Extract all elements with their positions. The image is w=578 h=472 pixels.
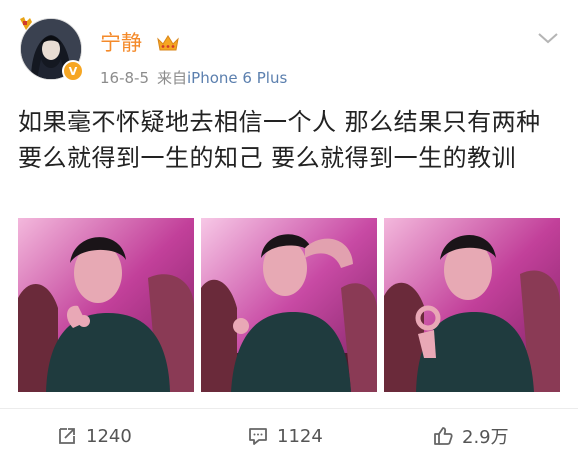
repost-count: 1240 bbox=[86, 425, 132, 447]
post-image-3[interactable] bbox=[384, 218, 560, 392]
comment-count: 1124 bbox=[277, 425, 323, 447]
thumbs-up-icon bbox=[434, 427, 453, 445]
repost-button[interactable]: 1240 bbox=[56, 424, 132, 448]
share-icon bbox=[59, 428, 75, 444]
like-count: 2.9万 bbox=[462, 427, 509, 448]
verified-v-icon: V bbox=[62, 60, 84, 82]
source-prefix: 来自 bbox=[157, 69, 188, 87]
comment-icon bbox=[249, 428, 267, 445]
post-source[interactable]: iPhone 6 Plus bbox=[187, 69, 287, 87]
comment-button[interactable]: 1124 bbox=[247, 424, 323, 448]
post-image-2[interactable] bbox=[201, 218, 377, 392]
username[interactable]: 宁静 bbox=[100, 31, 142, 55]
like-button[interactable]: 2.9万 bbox=[432, 424, 509, 448]
crown-icon bbox=[157, 35, 179, 51]
divider bbox=[0, 408, 578, 409]
badge-icon bbox=[20, 17, 32, 30]
post-image-1[interactable] bbox=[18, 218, 194, 392]
post-meta: 16-8-5 来自iPhone 6 Plus bbox=[100, 68, 287, 88]
weibo-post-card: V 宁静 16-8-5 来自iPhone 6 Plus 如果毫不怀疑地去相信一个人… bbox=[0, 0, 578, 472]
post-date: 16-8-5 bbox=[100, 69, 149, 87]
post-text: 如果毫不怀疑地去相信一个人 那么结果只有两种 要么就得到一生的知己 要么就得到一… bbox=[18, 108, 541, 172]
chevron-down-icon[interactable] bbox=[536, 30, 560, 46]
